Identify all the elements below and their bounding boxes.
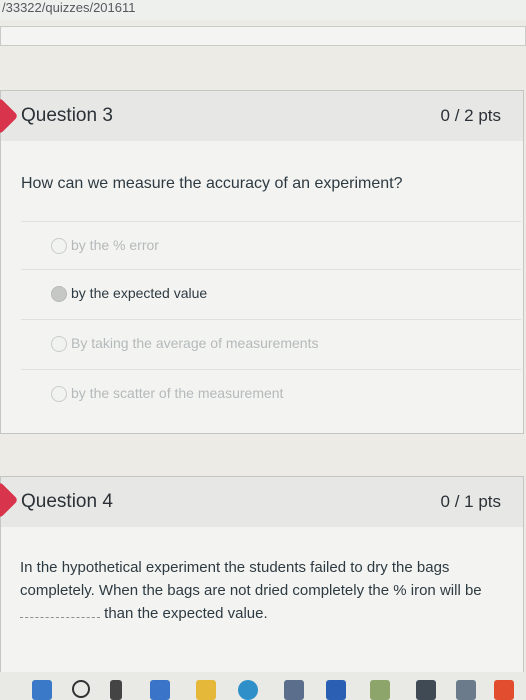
windows-icon[interactable]: [32, 680, 52, 700]
edge-icon[interactable]: [238, 680, 258, 700]
question-3-points: 0 / 2 pts: [440, 106, 501, 125]
answer-label: By taking the average of measurements: [71, 335, 319, 351]
radio-button[interactable]: [51, 336, 67, 352]
answer-option[interactable]: by the expected value: [21, 269, 521, 318]
app-icon[interactable]: [494, 680, 514, 700]
answer-label: by the % error: [71, 237, 159, 253]
question-marker-icon: [0, 97, 19, 135]
answer-label: by the scatter of the measurement: [71, 385, 284, 401]
question-4-header: Question 4 0 / 1 pts: [0, 476, 524, 528]
file-explorer-icon[interactable]: [196, 680, 216, 700]
url-bar[interactable]: /33322/quizzes/201611: [0, 0, 526, 20]
calendar-icon[interactable]: [416, 680, 436, 700]
task-view-icon[interactable]: [110, 680, 122, 700]
mail-icon[interactable]: [326, 680, 346, 700]
app-icon[interactable]: [456, 680, 476, 700]
question-4-prompt: In the hypothetical experiment the stude…: [20, 556, 500, 625]
question-3-prompt: How can we measure the accuracy of an ex…: [21, 175, 403, 192]
question-4-points: 0 / 1 pts: [440, 492, 501, 511]
answer-option[interactable]: By taking the average of measurements: [21, 319, 521, 368]
store-icon[interactable]: [284, 680, 304, 700]
taskbar: [0, 672, 526, 700]
question-marker-icon: [0, 481, 19, 519]
question-3-header: Question 3 0 / 2 pts: [0, 90, 524, 142]
search-icon[interactable]: [72, 680, 90, 698]
radio-button-selected[interactable]: [51, 286, 67, 302]
question-4-text: In the hypothetical experiment the stude…: [20, 559, 482, 599]
widgets-icon[interactable]: [150, 680, 170, 700]
answer-option[interactable]: by the % error: [21, 221, 521, 270]
question-3-body: How can we measure the accuracy of an ex…: [0, 141, 524, 434]
radio-button[interactable]: [51, 386, 67, 402]
question-4-title: Question 4: [21, 491, 113, 512]
radio-button[interactable]: [51, 238, 67, 254]
answer-option[interactable]: by the scatter of the measurement: [21, 369, 521, 418]
photos-icon[interactable]: [370, 680, 390, 700]
answer-label: by the expected value: [71, 285, 208, 301]
question-3-title: Question 3: [21, 105, 113, 126]
fill-in-blank[interactable]: [20, 605, 100, 618]
toolbar-strip: [0, 26, 526, 46]
question-4-text-end: than the expected value.: [104, 605, 268, 622]
